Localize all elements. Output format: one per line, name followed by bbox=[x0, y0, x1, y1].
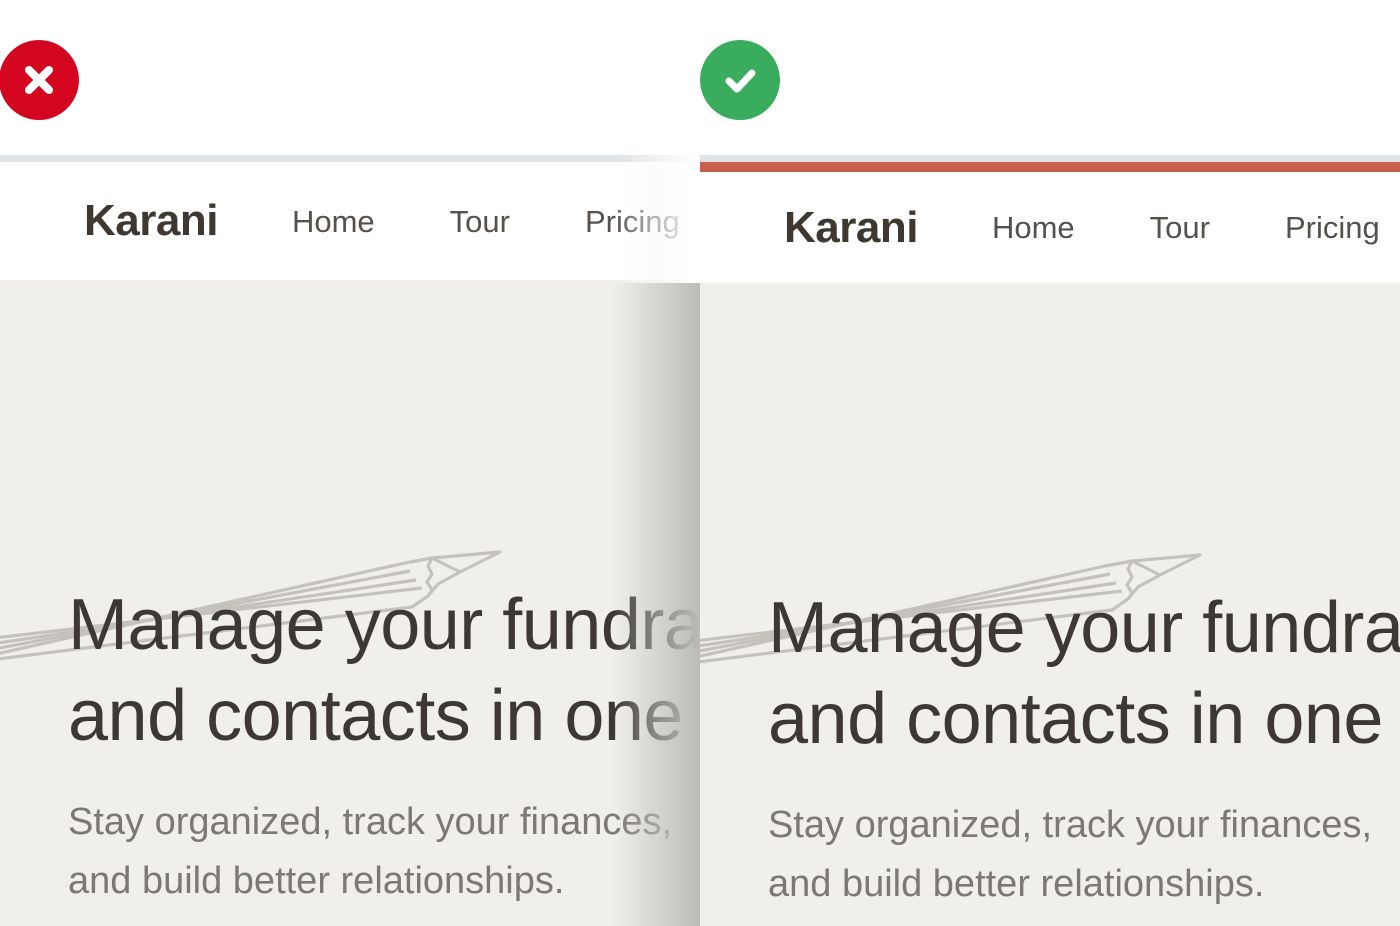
x-icon bbox=[18, 59, 60, 101]
brand-logo[interactable]: Karani bbox=[84, 199, 218, 243]
nav-link-pricing[interactable]: Pricing bbox=[585, 206, 680, 237]
right-hero-copy: Manage your fundraising and contacts in … bbox=[768, 583, 1400, 914]
comparison-status-row bbox=[0, 0, 1400, 155]
left-screenshot-panel: Karani Home Tour Pricing Blog Sign in bbox=[0, 155, 700, 926]
nav-link-tour[interactable]: Tour bbox=[1150, 212, 1210, 243]
right-hero: Manage your fundraising and contacts in … bbox=[700, 283, 1400, 926]
hero-title-line-1: Manage your fundraising bbox=[768, 588, 1400, 668]
hero-title-line-2: and contacts in one place bbox=[68, 676, 700, 757]
left-navbar: Karani Home Tour Pricing Blog Sign in bbox=[0, 162, 700, 280]
brand-logo[interactable]: Karani bbox=[784, 205, 918, 250]
right-navbar: Karani Home Tour Pricing Blog Sign in bbox=[700, 172, 1400, 283]
left-hero-copy: Manage your fundraising and contacts in … bbox=[68, 580, 700, 911]
hero-sub-line-1: Stay organized, track your finances, bbox=[768, 803, 1373, 846]
hero-sub-line-1: Stay organized, track your finances, bbox=[68, 800, 673, 843]
right-top-rule bbox=[700, 155, 1400, 162]
right-nav-links: Home Tour Pricing Blog Sign in bbox=[992, 212, 1400, 243]
left-hero: Manage your fundraising and contacts in … bbox=[0, 280, 700, 926]
right-screenshot-panel: Karani Home Tour Pricing Blog Sign in bbox=[700, 155, 1400, 926]
nav-link-tour[interactable]: Tour bbox=[450, 206, 510, 237]
fail-status-badge bbox=[0, 40, 79, 120]
right-page: Karani Home Tour Pricing Blog Sign in bbox=[700, 155, 1400, 926]
nav-link-home[interactable]: Home bbox=[992, 212, 1075, 243]
pass-status-badge bbox=[700, 40, 780, 120]
hero-sub-line-2: and build better relationships. bbox=[768, 862, 1265, 905]
left-nav-links: Home Tour Pricing Blog Sign in bbox=[292, 206, 700, 237]
nav-link-pricing[interactable]: Pricing bbox=[1285, 212, 1380, 243]
hero-title-line-2: and contacts in one place bbox=[768, 679, 1400, 760]
hero-sub-line-2: and build better relationships. bbox=[68, 859, 565, 902]
left-page: Karani Home Tour Pricing Blog Sign in bbox=[0, 155, 700, 926]
nav-link-home[interactable]: Home bbox=[292, 206, 375, 237]
right-accent-rule bbox=[700, 162, 1400, 172]
hero-title-line-1: Manage your fundraising bbox=[68, 585, 700, 665]
check-icon bbox=[718, 58, 762, 102]
left-top-rule bbox=[0, 155, 700, 162]
